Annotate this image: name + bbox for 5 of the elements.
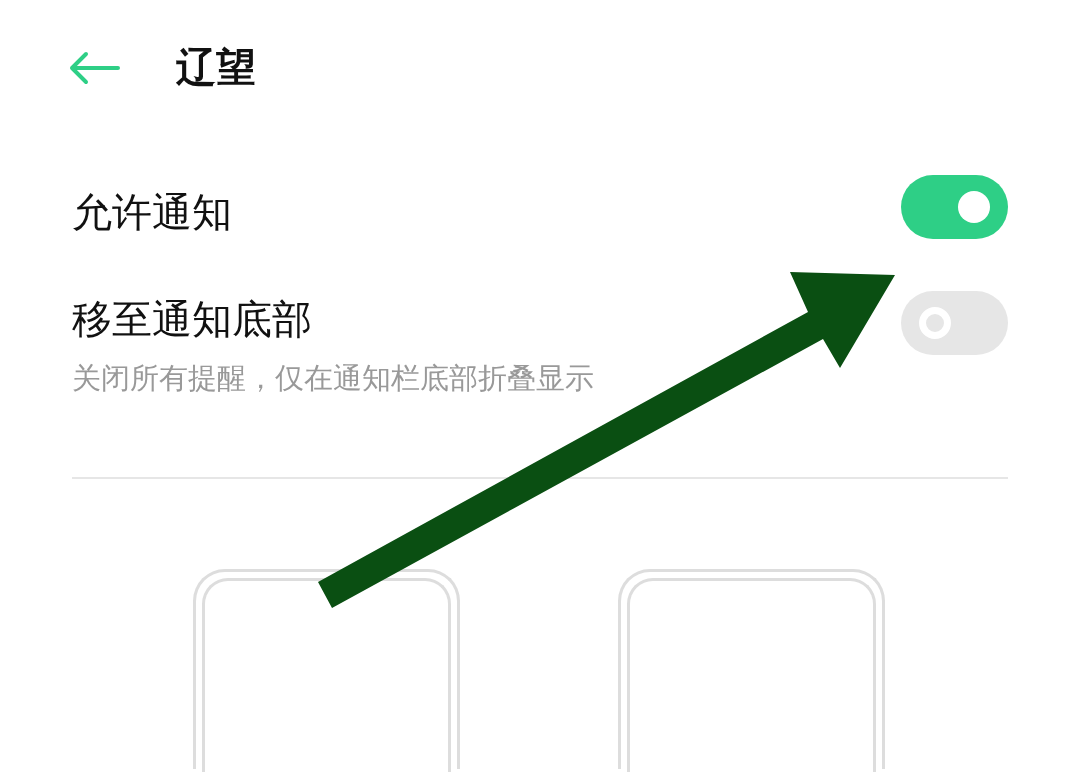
setting-label: 移至通知底部 bbox=[72, 297, 313, 341]
page-title: 辽望 bbox=[176, 43, 256, 92]
setting-label: 允许通知 bbox=[72, 190, 232, 234]
back-icon[interactable] bbox=[68, 50, 120, 85]
setting-description: 关闭所有提醒，仅在通知栏底部折叠显示 bbox=[72, 360, 594, 397]
